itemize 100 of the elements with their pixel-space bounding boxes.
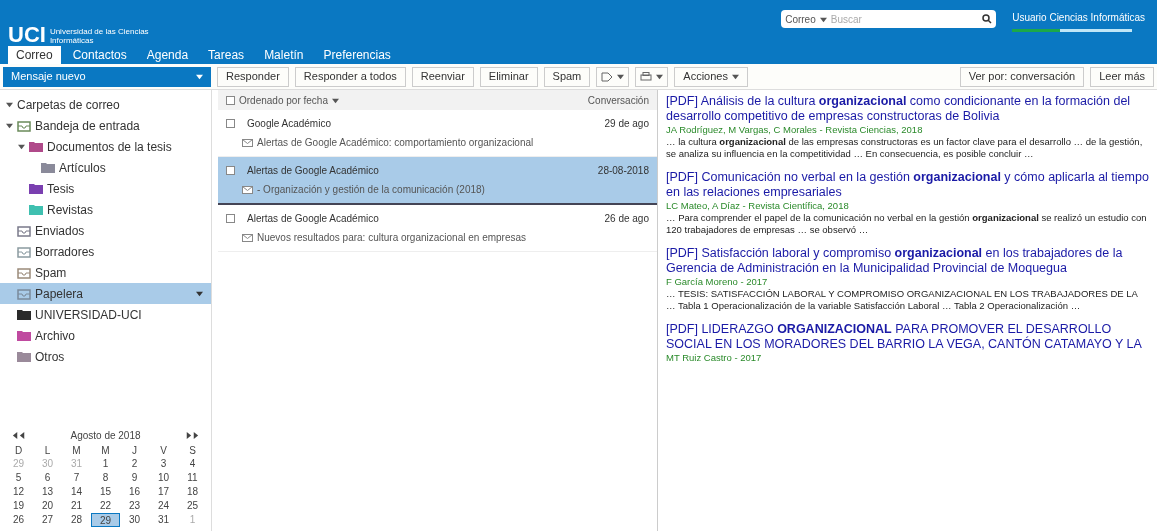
previous-month-icon[interactable]: [19, 431, 26, 439]
tag-button[interactable]: [596, 66, 630, 87]
calendar-day[interactable]: 12: [4, 485, 33, 499]
toolbar-button[interactable]: Eliminar: [479, 66, 538, 87]
search-field[interactable]: Buscar: [830, 11, 979, 27]
calendar-day[interactable]: 30: [120, 513, 149, 527]
result-title[interactable]: [PDF] Comunicación no verbal en la gestión organizacional y cómo aplicarla al tiempo en las relaciones empresariales: [666, 170, 1149, 200]
logo: UCI: [8, 24, 46, 46]
expand-toggle-icon[interactable]: [18, 143, 25, 150]
folder-label: Borradores: [35, 243, 95, 261]
result-title[interactable]: [PDF] Análisis de la cultura organizacional como condicionante en la formación del desarrollo competitivo de empresas constructoras de Bolivia: [666, 94, 1149, 124]
folder-item[interactable]: Otros: [0, 346, 211, 367]
search-icon[interactable]: [982, 14, 993, 24]
view-button[interactable]: Ver por: conversación: [959, 66, 1085, 87]
checkbox[interactable]: [226, 214, 235, 223]
nav-tab[interactable]: Agenda: [138, 46, 197, 64]
folder-item[interactable]: Revistas: [0, 199, 211, 220]
sender: Google Académico: [247, 117, 331, 131]
folder-item[interactable]: Artículos: [0, 157, 211, 178]
calendar-day[interactable]: 23: [120, 499, 149, 513]
calendar-day[interactable]: 31: [149, 513, 178, 527]
nav-tab[interactable]: Contactos: [64, 46, 135, 64]
folder-label: Enviados: [35, 222, 85, 240]
checkbox[interactable]: [226, 95, 235, 105]
calendar-day[interactable]: 20: [33, 499, 62, 513]
actions-button[interactable]: Acciones: [674, 66, 748, 87]
calendar-day[interactable]: 15: [91, 485, 120, 499]
calendar-day[interactable]: 14: [62, 485, 91, 499]
print-button[interactable]: [635, 66, 669, 87]
folder-item[interactable]: Bandeja de entrada: [0, 115, 211, 136]
result-title[interactable]: [PDF] Satisfacción laboral y compromiso organizacional en los trabajadores de la Gerencia de Administración en la Municipalidad Provincial de Moquegua: [666, 246, 1149, 276]
nav-tab[interactable]: Correo: [8, 46, 61, 64]
view-button[interactable]: Leer más: [1090, 66, 1154, 87]
message-row[interactable]: Alertas de Google Académico 28-08-2018 - Organización y gestión de la comunicación (2018): [218, 157, 657, 205]
folder-item[interactable]: Tesis: [0, 178, 211, 199]
nav-tab[interactable]: Tareas: [200, 46, 253, 64]
calendar-day[interactable]: 11: [178, 471, 207, 485]
sender: Alertas de Google Académico: [247, 164, 379, 178]
draft-icon: [17, 245, 31, 258]
calendar-day[interactable]: 4: [178, 457, 207, 471]
calendar-day[interactable]: 26: [4, 513, 33, 527]
folder-label: Documentos de la tesis: [47, 138, 172, 156]
toolbar-button[interactable]: Responder a todos: [294, 66, 406, 87]
calendar-day[interactable]: 27: [33, 513, 62, 527]
previous-year-icon[interactable]: [12, 431, 19, 439]
calendar-day[interactable]: 28: [62, 513, 91, 527]
spam-icon: [17, 266, 31, 279]
search-bar[interactable]: Correo Buscar: [781, 10, 997, 28]
message-row[interactable]: Alertas de Google Académico 26 de ago Nuevos resultados para: cultura organizacional en empresas: [218, 205, 657, 252]
calendar-day[interactable]: 5: [4, 471, 33, 485]
expand-toggle-icon[interactable]: [6, 101, 13, 108]
next-year-icon[interactable]: [192, 431, 199, 439]
expand-toggle-icon[interactable]: [6, 122, 13, 129]
nav-tab[interactable]: Preferencias: [315, 46, 399, 64]
calendar-day[interactable]: 9: [120, 471, 149, 485]
folder-label: Bandeja de entrada: [35, 117, 140, 135]
calendar-day[interactable]: 22: [91, 499, 120, 513]
result-meta: LC Mateo, A Díaz - Revista Científica, 2018: [666, 200, 850, 212]
folder-label: Revistas: [47, 201, 93, 219]
calendar-day[interactable]: 16: [120, 485, 149, 499]
logo-subtitle: Universidad de las Ciencias Informáticas: [49, 27, 150, 46]
sort-label[interactable]: Ordenado por fecha: [239, 92, 328, 108]
user-name[interactable]: Usuario Ciencias Informáticas: [1012, 10, 1145, 25]
checkbox[interactable]: [226, 166, 235, 175]
calendar-day[interactable]: 10: [149, 471, 178, 485]
calendar-day[interactable]: 19: [4, 499, 33, 513]
folder-item[interactable]: Documentos de la tesis: [0, 136, 211, 157]
calendar-day[interactable]: 8: [91, 471, 120, 485]
toolbar-button[interactable]: Spam: [543, 66, 591, 87]
section-heading: Carpetas de correo: [17, 96, 120, 114]
folder-item[interactable]: Borradores: [0, 241, 211, 262]
next-month-icon[interactable]: [185, 431, 192, 439]
folder-item[interactable]: Archivo: [0, 325, 211, 346]
nav-tab[interactable]: Maletín: [256, 46, 312, 64]
caret-icon: [331, 96, 339, 104]
calendar-day[interactable]: 21: [62, 499, 91, 513]
calendar-day[interactable]: 17: [149, 485, 178, 499]
calendar-day[interactable]: 25: [178, 499, 207, 513]
calendar-day[interactable]: 2: [120, 457, 149, 471]
calendar-day[interactable]: 18: [178, 485, 207, 499]
calendar-day[interactable]: 1: [91, 457, 120, 471]
search-scope[interactable]: Correo: [785, 11, 816, 27]
folder-item[interactable]: UNIVERSIDAD-UCI: [0, 304, 211, 325]
calendar-day[interactable]: 24: [149, 499, 178, 513]
new-message-button[interactable]: Mensaje nuevo: [3, 66, 211, 87]
folder-item[interactable]: Papelera: [0, 283, 211, 304]
calendar-day[interactable]: 3: [149, 457, 178, 471]
caret-icon[interactable]: [196, 290, 203, 297]
toolbar-button[interactable]: Responder: [217, 66, 289, 87]
folder-item[interactable]: Enviados: [0, 220, 211, 241]
folder-label: Papelera: [35, 285, 84, 303]
weekday-label: M: [100, 444, 111, 457]
calendar-day[interactable]: 29: [91, 513, 120, 527]
result-title[interactable]: [PDF] LIDERAZGO ORGANIZACIONAL PARA PROMOVER EL DESARROLLO SOCIAL EN LOS MORADORES DEL BARRIO LA VEGA, CANTÓN CATAMAYO Y LA: [666, 322, 1149, 352]
folder-item[interactable]: Spam: [0, 262, 211, 283]
checkbox[interactable]: [226, 119, 235, 128]
calendar-day[interactable]: 13: [33, 485, 62, 499]
toolbar-button[interactable]: Reenviar: [411, 66, 474, 87]
calendar-day[interactable]: 7: [62, 471, 91, 485]
calendar-day[interactable]: 6: [33, 471, 62, 485]
